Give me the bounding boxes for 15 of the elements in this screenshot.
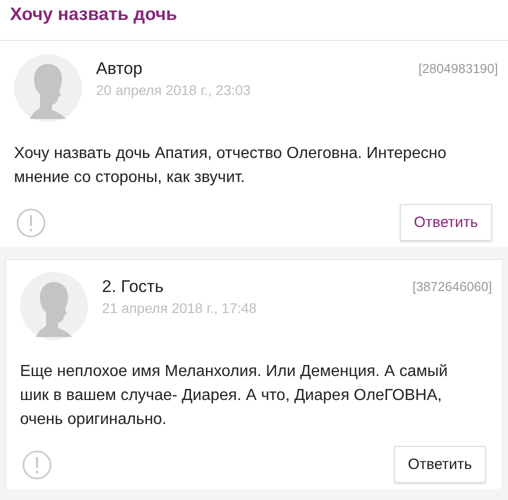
post-date: 21 апреля 2018 г., 17:48 bbox=[102, 300, 258, 316]
post-id: [3872646060] bbox=[412, 278, 492, 294]
reply-button[interactable]: Ответить bbox=[394, 446, 486, 483]
topic-title: Хочу назвать дочь bbox=[10, 4, 178, 25]
post-text: Хочу назвать дочь Апатия, отчество Олеговна. Интересно мнение со стороны, как звучит. bbox=[13, 144, 448, 188]
post-text: Еще неплохое имя Меланхолия. Или Деменция. А самый шик в вашем случае- Диарея. А что, Диарея ОлеГОВНА, очень оригинально. bbox=[19, 362, 449, 430]
author-name: 2. Гость bbox=[102, 277, 165, 297]
avatar-icon bbox=[20, 272, 88, 340]
report-icon[interactable] bbox=[22, 450, 52, 480]
post-id: [2804983190] bbox=[418, 60, 498, 76]
reply-button[interactable]: Ответить bbox=[400, 204, 492, 241]
author-name: Автор bbox=[96, 59, 144, 79]
post-date: 20 апреля 2018 г., 23:03 bbox=[96, 82, 252, 98]
report-icon[interactable] bbox=[16, 208, 46, 238]
avatar-icon bbox=[14, 54, 82, 122]
